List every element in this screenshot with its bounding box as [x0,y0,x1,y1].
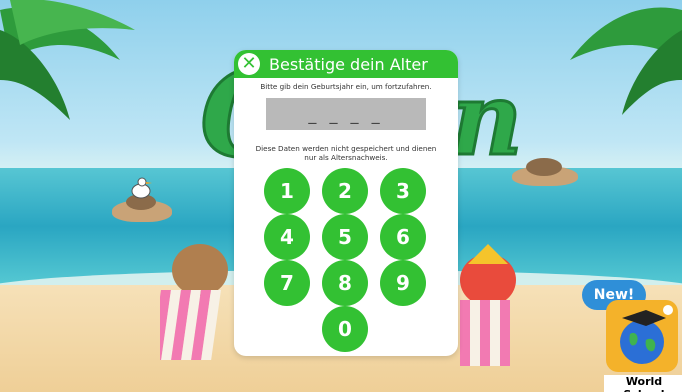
island-left [112,194,172,222]
beach-chair-left [160,244,228,360]
palm-leaves-right [570,7,682,115]
key-9[interactable]: 9 [380,260,426,306]
globe-icon [620,305,673,364]
key-4[interactable]: 4 [264,214,310,260]
dialog-header: ✕ Bestätige dein Alter [234,50,458,78]
close-button[interactable]: ✕ [238,53,260,75]
world-school-label: World School [604,375,682,392]
key-8[interactable]: 8 [322,260,368,306]
close-icon: ✕ [241,53,257,74]
key-2[interactable]: 2 [322,168,368,214]
game-logo-tail: n [449,59,525,180]
game-scene: O n [0,0,682,392]
key-6[interactable]: 6 [380,214,426,260]
age-verification-dialog: ✕ Bestätige dein Alter Bitte gib dein Ge… [234,50,458,356]
key-1[interactable]: 1 [264,168,310,214]
palm-leaves-left [0,0,135,120]
key-3[interactable]: 3 [380,168,426,214]
world-school-tile[interactable]: World School [604,298,682,392]
birth-year-prompt: Bitte gib dein Geburtsjahr ein, um fortz… [260,82,432,91]
dialog-title: Bestätige dein Alter [269,54,428,74]
world-school-icon [606,300,678,372]
key-5[interactable]: 5 [322,214,368,260]
beach-chair-right [460,244,516,366]
key-7[interactable]: 7 [264,260,310,306]
key-0[interactable]: 0 [322,306,368,352]
privacy-notice: Diese Daten werden nicht gespeichert und… [255,144,437,162]
seagull [131,177,152,199]
birth-year-field[interactable]: _ _ _ _ [266,98,426,130]
